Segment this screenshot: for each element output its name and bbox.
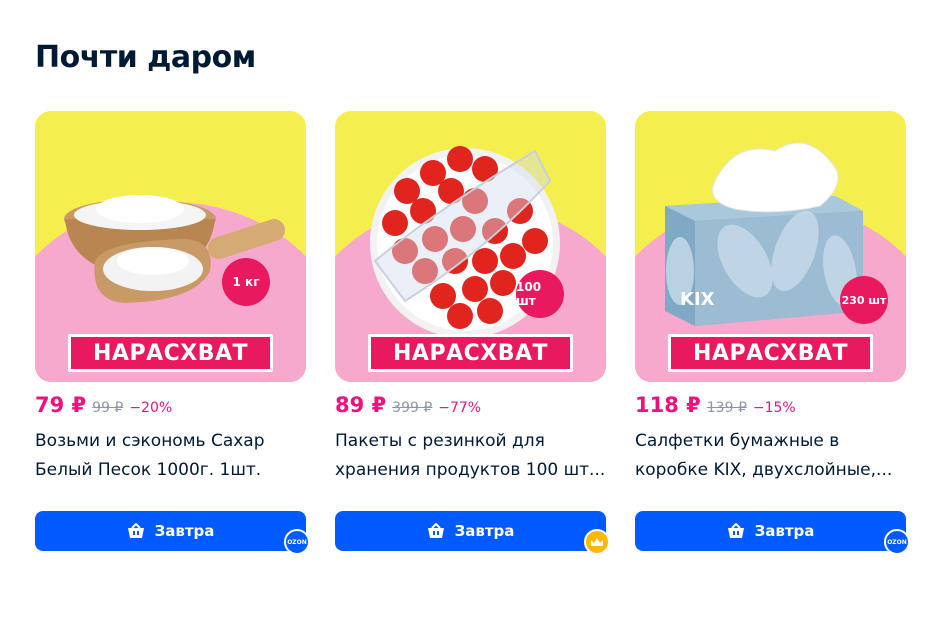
current-price: 118 ₽ — [635, 393, 701, 417]
delivery-label: Завтра — [454, 522, 515, 540]
quantity-badge: 1 кг — [222, 258, 270, 306]
add-to-cart-button[interactable]: Завтра — [335, 511, 606, 551]
product-title-line: коробке KIX, двухслойные,... — [635, 460, 893, 480]
price-row: 79 ₽ 99 ₽ −20% — [35, 393, 172, 417]
brand-print: KIX — [680, 289, 715, 310]
discount-percent: −20% — [129, 400, 173, 416]
basket-icon — [427, 523, 444, 538]
current-price: 79 ₽ — [35, 393, 87, 417]
delivery-label: Завтра — [154, 522, 215, 540]
ozon-seller-badge: OZON — [284, 529, 310, 555]
product-title-line: хранения продуктов 100 шт... — [335, 460, 606, 480]
premium-crown-icon — [584, 529, 610, 555]
quantity-badge: 100 шт — [516, 270, 564, 318]
product-title-line: Пакеты с резинкой для — [335, 431, 545, 451]
old-price: 399 ₽ — [392, 400, 433, 416]
discount-percent: −15% — [752, 400, 796, 416]
basket-icon — [727, 523, 744, 538]
promo-label: НАРАСХВАТ — [368, 334, 573, 372]
quantity-badge: 230 шт — [840, 276, 888, 324]
product-image[interactable]: 1 кг НАРАСХВАТ — [35, 111, 306, 382]
product-title-line: Салфетки бумажные в — [635, 431, 840, 451]
price-row: 118 ₽ 139 ₽ −15% — [635, 393, 796, 417]
add-to-cart-button[interactable]: Завтра — [35, 511, 306, 551]
promo-label: НАРАСХВАТ — [668, 334, 873, 372]
old-price: 139 ₽ — [706, 400, 747, 416]
product-title[interactable]: Пакеты с резинкой для хранения продуктов… — [335, 427, 606, 485]
ozon-seller-badge: OZON — [884, 529, 910, 555]
product-card-tissues[interactable]: KIX 230 шт НАРАСХВАТ 118 ₽ 139 ₽ −15% Са… — [635, 111, 910, 555]
product-card-sugar[interactable]: 1 кг НАРАСХВАТ 79 ₽ 99 ₽ −20% Возьми и с… — [35, 111, 310, 555]
price-row: 89 ₽ 399 ₽ −77% — [335, 393, 481, 417]
old-price: 99 ₽ — [92, 400, 124, 416]
current-price: 89 ₽ — [335, 393, 387, 417]
product-title[interactable]: Салфетки бумажные в коробке KIX, двухсло… — [635, 427, 906, 485]
promo-label: НАРАСХВАТ — [68, 334, 273, 372]
discount-percent: −77% — [438, 400, 482, 416]
delivery-label: Завтра — [754, 522, 815, 540]
product-card-bags[interactable]: 100 шт НАРАСХВАТ 89 ₽ 399 ₽ −77% Пакеты … — [335, 111, 610, 555]
product-title[interactable]: Возьми и сэкономь Сахар Белый Песок 1000… — [35, 427, 306, 485]
product-image[interactable]: KIX 230 шт НАРАСХВАТ — [635, 111, 906, 382]
product-title-line: Белый Песок 1000г. 1шт. — [35, 460, 262, 480]
product-image[interactable]: 100 шт НАРАСХВАТ — [335, 111, 606, 382]
basket-icon — [127, 523, 144, 538]
section-title: Почти даром — [35, 40, 256, 75]
product-title-line: Возьми и сэкономь Сахар — [35, 431, 265, 451]
add-to-cart-button[interactable]: Завтра — [635, 511, 906, 551]
